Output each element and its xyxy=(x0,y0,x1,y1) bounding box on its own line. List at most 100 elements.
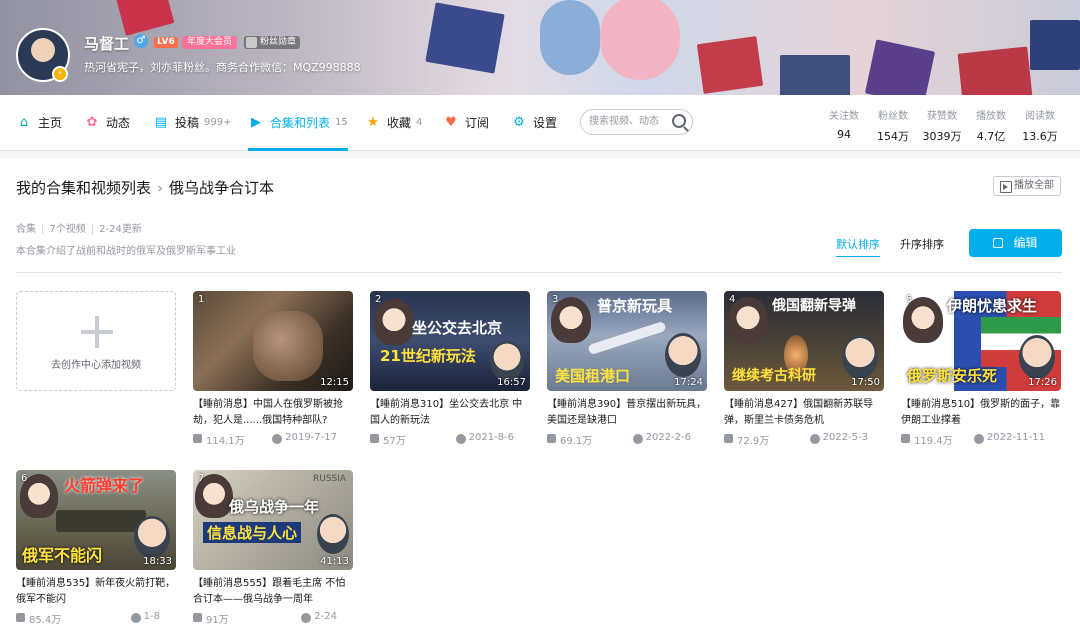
video-thumbnail[interactable]: 火箭弹来了 俄军不能闪 6 18:33 xyxy=(16,470,176,570)
search-icon[interactable] xyxy=(672,114,686,128)
thumbnail-portrait xyxy=(665,333,701,377)
dynamic-icon: ✿ xyxy=(86,115,98,130)
video-thumbnail[interactable]: 俄国翻新导弹 继续考古科研 4 17:50 xyxy=(724,291,884,391)
video-title[interactable]: 【睡前消息510】俄罗斯的面子，靠伊朗工业撑着 xyxy=(901,397,1061,429)
stat-value: 4.7亿 xyxy=(976,130,1006,143)
tab-collections-label: 合集和列表 xyxy=(270,116,331,130)
sort-asc-button[interactable]: 升序排序 xyxy=(900,236,944,252)
thumbnail-caption: 美国租港口 xyxy=(555,367,631,385)
username: 马督工 xyxy=(84,35,130,53)
stat-fans[interactable]: 粉丝数 154万 xyxy=(871,107,915,144)
stat-following[interactable]: 关注数 94 xyxy=(822,107,866,141)
video-title[interactable]: 【睡前消息427】俄国翻新苏联导弹，斯里兰卡债务危机 xyxy=(724,397,884,429)
video-index: 6 xyxy=(21,473,28,484)
banner-character xyxy=(600,0,680,80)
video-index: 5 xyxy=(906,294,913,305)
tab-dynamic[interactable]: ✿ 动态 xyxy=(84,95,130,150)
thumbnail-caption: 信息战与人心 xyxy=(203,522,302,543)
video-count: 7个视频 xyxy=(49,224,86,235)
publish-date: 2019-7-17 xyxy=(272,432,337,444)
map-label: RUSSIA xyxy=(313,474,347,484)
video-thumbnail[interactable]: RUSSIA 俄乌战争一年 信息战与人心 7 41:13 xyxy=(193,470,353,570)
video-thumbnail[interactable]: 坐公交去北京 21世纪新玩法 2 16:57 xyxy=(370,291,530,391)
search-placeholder: 搜索视频、动态 xyxy=(589,116,659,127)
search-input[interactable]: 搜索视频、动态 xyxy=(580,109,693,135)
video-card[interactable]: 火箭弹来了 俄军不能闪 6 18:33 【睡前消息535】新年夜火箭打靶，俄军不… xyxy=(16,470,176,626)
video-index: 2 xyxy=(375,294,382,305)
tab-favorites-label: 收藏 xyxy=(387,116,412,130)
edit-button[interactable]: 编辑 xyxy=(969,229,1062,257)
tab-settings-label: 设置 xyxy=(533,116,558,130)
tab-favorites[interactable]: ★ 收藏 4 xyxy=(365,95,422,150)
video-stats: 91万 2-24 xyxy=(193,611,353,626)
plus-icon xyxy=(81,316,113,348)
publish-date: 1-8 xyxy=(130,611,160,623)
stat-value: 94 xyxy=(837,128,851,141)
video-duration: 17:24 xyxy=(674,377,703,388)
video-duration: 17:50 xyxy=(851,377,880,388)
star-icon: ★ xyxy=(367,115,379,130)
thumbnail-caption: 火箭弹来了 xyxy=(64,476,145,495)
video-card[interactable]: 普京新玩具 美国租港口 3 17:24 【睡前消息390】普京摆出新玩具，美国还… xyxy=(547,291,707,447)
banner-gift-decoration xyxy=(864,39,936,95)
video-duration: 16:57 xyxy=(497,377,526,388)
video-stats: 85.4万 1-8 xyxy=(16,611,176,626)
gear-icon: ⚙ xyxy=(513,115,525,130)
vip-badge[interactable]: 年度大会员 xyxy=(182,36,238,49)
collections-count: 15 xyxy=(335,117,348,128)
video-card[interactable]: 坐公交去北京 21世纪新玩法 2 16:57 【睡前消息310】坐公交去北京 中… xyxy=(370,291,530,447)
video-thumbnail[interactable]: 普京新玩具 美国租港口 3 17:24 xyxy=(547,291,707,391)
video-title[interactable]: 【睡前消息555】跟着毛主席 不怕合订本——俄乌战争一周年 xyxy=(193,576,353,608)
collections-icon: ▶ xyxy=(251,115,261,130)
play-all-button[interactable]: 播放全部 xyxy=(993,176,1061,196)
tab-settings[interactable]: ⚙ 设置 xyxy=(511,95,557,150)
add-video-tile[interactable]: 去创作中心添加视频 xyxy=(16,291,176,391)
collection-description: 本合集介绍了战前和战时的俄军及俄罗斯军事工业 xyxy=(16,246,236,257)
banner-gift-decoration xyxy=(780,55,850,95)
play-count: 114.1万 xyxy=(193,432,245,447)
video-card[interactable]: 1 12:15 【睡前消息】中国人在俄罗斯被抢劫，犯人是......俄国特种部队… xyxy=(193,291,353,447)
chevron-right-icon: › xyxy=(157,179,164,197)
video-stats: 114.1万 2019-7-17 xyxy=(193,432,353,447)
stat-value: 154万 xyxy=(877,130,909,143)
play-count: 72.9万 xyxy=(724,432,769,447)
play-count: 91万 xyxy=(193,611,229,626)
tab-subscriptions[interactable]: ♥ 订阅 xyxy=(443,95,489,150)
male-icon: ♂ xyxy=(134,34,148,48)
user-sign: 热河省宪子，刘亦菲粉丝。商务合作微信：MQZ998888 xyxy=(84,61,361,74)
video-index: 7 xyxy=(198,473,205,484)
stat-label: 阅读数 xyxy=(1025,111,1055,122)
publish-date: 2021-8-6 xyxy=(455,432,514,444)
video-stats: 69.1万 2022-2-6 xyxy=(547,432,707,447)
home-icon: ⌂ xyxy=(19,115,29,130)
breadcrumb-root[interactable]: 我的合集和视频列表 xyxy=(16,179,151,197)
video-thumbnail[interactable]: 1 12:15 xyxy=(193,291,353,391)
divider xyxy=(16,272,1062,273)
video-card[interactable]: RUSSIA 俄乌战争一年 信息战与人心 7 41:13 【睡前消息555】跟着… xyxy=(193,470,353,626)
publish-date: 2022-2-6 xyxy=(632,432,691,444)
video-title[interactable]: 【睡前消息535】新年夜火箭打靶，俄军不能闪 xyxy=(16,576,176,608)
tab-home[interactable]: ⌂ 主页 xyxy=(16,95,62,150)
thumbnail-caption: 坐公交去北京 xyxy=(412,319,503,337)
thumbnail-launcher xyxy=(56,510,146,532)
tab-posts-label: 投稿 xyxy=(175,116,200,130)
tab-subscriptions-label: 订阅 xyxy=(465,116,490,130)
thumbnail-caption: 俄国翻新导弹 xyxy=(772,298,856,314)
video-card[interactable]: 伊朗忧患求生 俄罗斯安乐死 5 17:26 【睡前消息510】俄罗斯的面子，靠伊… xyxy=(901,291,1061,447)
sort-default-button[interactable]: 默认排序 xyxy=(836,236,880,257)
video-card[interactable]: 俄国翻新导弹 继续考古科研 4 17:50 【睡前消息427】俄国翻新苏联导弹，… xyxy=(724,291,884,447)
thumbnail-caption: 俄罗斯安乐死 xyxy=(907,367,998,385)
video-title[interactable]: 【睡前消息310】坐公交去北京 中国人的新玩法 xyxy=(370,397,530,429)
tab-collections[interactable]: ▶ 合集和列表 15 xyxy=(248,95,348,151)
play-count: 57万 xyxy=(370,432,406,447)
stat-value: 13.6万 xyxy=(1022,130,1058,143)
video-stats: 72.9万 2022-5-3 xyxy=(724,432,884,447)
video-title[interactable]: 【睡前消息390】普京摆出新玩具，美国还是缺港口 xyxy=(547,397,707,429)
fan-badge[interactable]: 粉丝勋章 xyxy=(244,36,301,49)
banner-gift-decoration xyxy=(957,46,1033,95)
thumbnail-jet xyxy=(587,320,667,356)
tab-posts[interactable]: ▤ 投稿 999+ xyxy=(153,95,232,150)
video-thumbnail[interactable]: 伊朗忧患求生 俄罗斯安乐死 5 17:26 xyxy=(901,291,1061,391)
video-title[interactable]: 【睡前消息】中国人在俄罗斯被抢劫，犯人是......俄国特种部队? xyxy=(193,397,353,429)
banner-character xyxy=(540,0,600,75)
